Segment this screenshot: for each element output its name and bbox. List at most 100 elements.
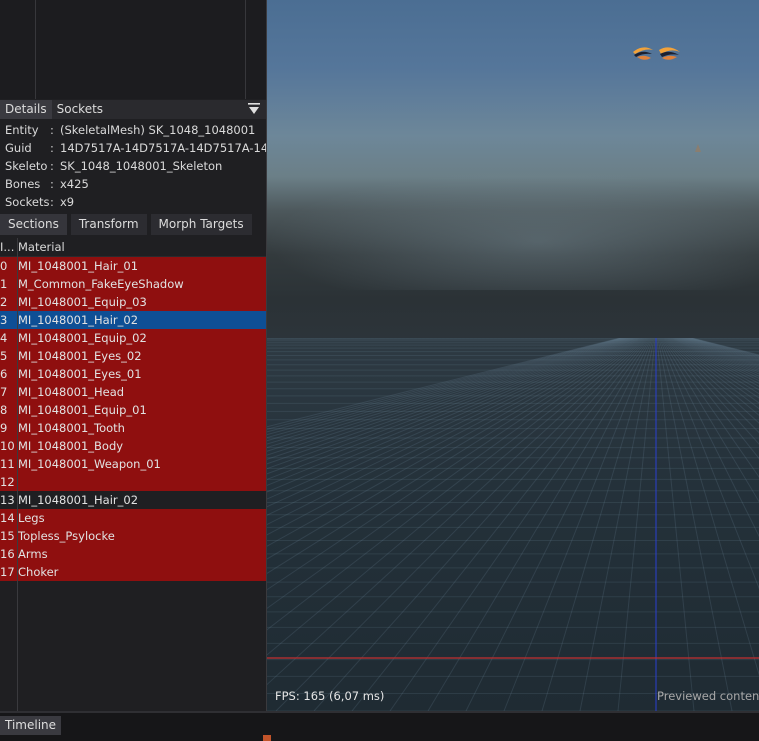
row-material: MI_1048001_Weapon_01 [18,457,161,471]
table-row[interactable]: 11 MI_1048001_Weapon_01 [0,455,266,473]
table-row[interactable]: 6 MI_1048001_Eyes_01 [0,365,266,383]
sections-table: I... Material 0 MI_1048001_Hair_01 1 M_Comm… [0,238,266,581]
row-index: 17 [0,565,15,579]
row-index: 3 [0,313,8,327]
timeline-playhead[interactable] [263,735,271,741]
table-row[interactable]: 13 MI_1048001_Hair_02 [0,491,266,509]
left-panel: Details Sockets Entity : (SkeletalMesh) … [0,0,266,711]
row-material: Choker [18,565,59,579]
tab-timeline[interactable]: Timeline [0,716,62,735]
tab-morph-targets[interactable]: Morph Targets [150,214,252,235]
table-row[interactable]: 12 [0,473,266,491]
detail-colon: : [50,141,54,155]
grid-line [267,338,628,452]
details-list: Entity : (SkeletalMesh) SK_1048_1048001 … [0,121,266,211]
row-material: MI_1048001_Equip_02 [18,331,147,345]
row-material: MI_1048001_Eyes_01 [18,367,142,381]
row-index: 10 [0,439,15,453]
section-tab-bar: Sections Transform Morph Targets [0,214,266,235]
3d-viewport[interactable]: FPS: 165 (6,07 ms) Previewed content m [266,0,759,711]
tab-details[interactable]: Details [0,100,52,119]
app-window: Details Sockets Entity : (SkeletalMesh) … [0,0,759,741]
row-material: MI_1048001_Head [18,385,125,399]
grid-line [267,338,622,433]
details-tab-bar: Details Sockets [0,100,266,119]
table-row[interactable]: 4 MI_1048001_Equip_02 [0,329,266,347]
grid-line [661,338,759,478]
table-header: I... Material [0,238,266,257]
table-row[interactable]: 5 MI_1048001_Eyes_02 [0,347,266,365]
row-material: MI_1048001_Equip_03 [18,295,147,309]
grid-line [684,338,759,362]
grid-line [665,338,759,424]
grid-line [664,338,759,434]
row-material: MI_1048001_Equip_01 [18,403,147,417]
detail-colon: : [50,123,54,137]
grid-line [689,338,759,358]
column-divider [35,0,36,99]
table-row[interactable]: 8 MI_1048001_Equip_01 [0,401,266,419]
grid-line [690,338,759,357]
grid-line [267,338,625,442]
grid-line [658,338,759,676]
tab-sockets[interactable]: Sockets [52,100,108,119]
table-row[interactable]: 1 M_Common_FakeEyeShadow [0,275,266,293]
row-index: 14 [0,511,15,525]
detail-label: Bones [5,177,41,191]
column-header-index[interactable]: I... [0,238,17,256]
grid-line [267,338,639,526]
table-row[interactable]: 0 MI_1048001_Hair_01 [0,257,266,275]
detail-row-sockets: Sockets : x9 [0,193,266,211]
row-index: 1 [0,277,8,291]
row-material: MI_1048001_Body [18,439,124,453]
detail-label: Guid [5,141,32,155]
table-row[interactable]: 15 Topless_Psylocke [0,527,266,545]
detail-row-skeleton: Skeleto : SK_1048_1048001_Skeleton [0,157,266,175]
row-material: Arms [18,547,48,561]
detail-value: (SkeletalMesh) SK_1048_1048001 [60,123,256,137]
grid-line [267,338,637,508]
row-material: MI_1048001_Hair_02 [18,493,139,507]
timeline-bar: Timeline [0,711,759,741]
row-material: M_Common_FakeEyeShadow [18,277,184,291]
table-body: 0 MI_1048001_Hair_01 1 M_Common_FakeEyeShad… [0,257,266,581]
row-material: Topless_Psylocke [18,529,115,543]
panel-menu-icon[interactable] [248,102,260,116]
detail-row-entity: Entity : (SkeletalMesh) SK_1048_1048001 [0,121,266,139]
grid-line [267,338,623,436]
table-row[interactable]: 16 Arms [0,545,266,563]
table-row[interactable]: 17 Choker [0,563,266,581]
tab-sections[interactable]: Sections [0,214,67,235]
row-index: 2 [0,295,8,309]
column-separator[interactable] [17,238,18,711]
grid-line [686,338,759,360]
grid-line [687,338,759,360]
table-row[interactable]: 2 MI_1048001_Equip_03 [0,293,266,311]
detail-value: x425 [60,177,89,191]
fps-counter: FPS: 165 (6,07 ms) [275,689,385,703]
grid-line [267,338,641,547]
detail-colon: : [50,159,54,173]
viewport-haze [267,170,759,290]
row-material: MI_1048001_Eyes_02 [18,349,142,363]
eye-model-icon [633,47,680,60]
row-index: 7 [0,385,8,399]
table-row[interactable]: 9 MI_1048001_Tooth [0,419,266,437]
table-row[interactable]: 10 MI_1048001_Body [0,437,266,455]
grid-line [267,338,624,439]
column-header-material[interactable]: Material [18,238,65,256]
table-row[interactable]: 14 Legs [0,509,266,527]
table-row[interactable]: 3 MI_1048001_Hair_02 [0,311,266,329]
table-row[interactable]: 7 MI_1048001_Head [0,383,266,401]
row-material: Legs [18,511,45,525]
grid-line [691,338,759,356]
grid-line [267,338,640,536]
grid-line [685,338,759,361]
tab-transform[interactable]: Transform [70,214,147,235]
detail-label: Skeleto [5,159,48,173]
detail-label: Entity [5,123,39,137]
detail-colon: : [50,195,54,209]
detail-value: SK_1048_1048001_Skeleton [60,159,223,173]
grid-line [666,338,759,416]
detail-value: x9 [60,195,75,209]
